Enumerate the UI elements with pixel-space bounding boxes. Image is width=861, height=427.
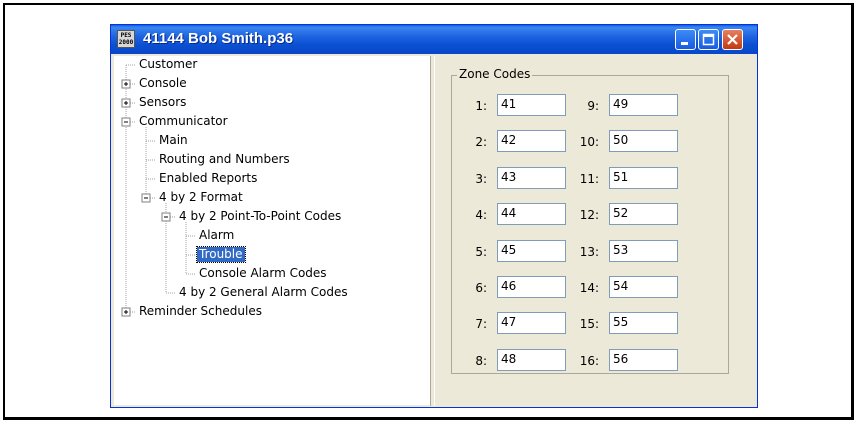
zone-label: 13:: [579, 244, 599, 259]
zone-label: 9:: [587, 99, 599, 113]
zone-label: 10:: [579, 135, 599, 150]
tree-item-console[interactable]: Console: [137, 76, 189, 91]
zone-label: 11:: [579, 171, 599, 186]
zone-label: 4:: [475, 208, 487, 223]
zone-label: 3:: [475, 171, 487, 186]
collapse-icon[interactable]: [121, 117, 131, 127]
tree-item-console-alarm-codes[interactable]: Console Alarm Codes: [197, 266, 329, 281]
tree-item-sensors[interactable]: Sensors: [137, 95, 188, 110]
tree-item-customer[interactable]: Customer: [137, 57, 199, 72]
zone-code-input[interactable]: 50: [609, 130, 678, 153]
zone-code-input[interactable]: 48: [497, 348, 566, 371]
tree-item-4-by-2-format[interactable]: 4 by 2 Format: [157, 190, 245, 205]
zone-label: 2:: [475, 135, 487, 150]
zone-code-input[interactable]: 53: [609, 239, 678, 262]
tree-item-enabled-reports[interactable]: Enabled Reports: [157, 171, 259, 186]
zone-label: 15:: [579, 317, 599, 332]
zone-codes-title: Zone Codes: [457, 67, 533, 81]
zone-label: 14:: [579, 281, 599, 295]
zone-code-input[interactable]: 55: [609, 312, 678, 335]
zone-label: 7:: [475, 317, 487, 332]
title-bar[interactable]: PES 2000 41144 Bob Smith.p36: [111, 25, 757, 54]
zone-label: 12:: [579, 208, 599, 223]
tree-item-routing-and-numbers[interactable]: Routing and Numbers: [157, 152, 292, 167]
zone-code-input[interactable]: 45: [497, 239, 566, 262]
tree-item-reminder-schedules[interactable]: Reminder Schedules: [137, 304, 264, 319]
window-title: 41144 Bob Smith.p36: [143, 30, 294, 47]
collapse-icon[interactable]: [141, 193, 151, 203]
zone-label: 6:: [475, 281, 487, 295]
navigation-tree[interactable]: Customer Console Sensors Communicator Main Ro…: [114, 56, 430, 405]
tree-item-trouble[interactable]: Trouble: [196, 246, 246, 263]
tree-item-communicator[interactable]: Communicator: [137, 114, 230, 129]
zone-codes-panel: Zone Codes 1: 41 2: 42 3: 43 4: 44 5: 45 6: 46 7: 47 8…: [434, 56, 756, 406]
tree-item-alarm[interactable]: Alarm: [197, 228, 236, 243]
close-icon: [727, 34, 738, 45]
collapse-icon[interactable]: [161, 212, 171, 222]
zone-code-input[interactable]: 41: [497, 94, 566, 116]
zone-code-input[interactable]: 56: [609, 348, 678, 371]
zone-label: 16:: [579, 353, 599, 368]
expand-icon[interactable]: [121, 307, 131, 317]
zone-code-input[interactable]: 52: [609, 203, 678, 226]
zone-code-input[interactable]: 47: [497, 312, 566, 335]
zone-code-input[interactable]: 54: [609, 276, 678, 298]
minimize-button[interactable]: [675, 29, 696, 50]
app-window: PES 2000 41144 Bob Smith.p36 Customer Con…: [110, 24, 758, 408]
zone-label: 1:: [475, 99, 487, 113]
zone-code-input[interactable]: 49: [609, 94, 678, 116]
maximize-icon: [702, 33, 715, 46]
expand-icon[interactable]: [121, 79, 131, 89]
close-button[interactable]: [722, 29, 743, 50]
app-icon: PES 2000: [117, 30, 135, 48]
zone-code-input[interactable]: 42: [497, 130, 566, 153]
tree-item-4-by-2-point-to-point-codes[interactable]: 4 by 2 Point-To-Point Codes: [177, 209, 343, 224]
zone-label: 5:: [475, 244, 487, 259]
zone-code-input[interactable]: 46: [497, 276, 566, 298]
tree-item-main[interactable]: Main: [157, 133, 190, 148]
zone-code-input[interactable]: 43: [497, 166, 566, 189]
maximize-button[interactable]: [698, 29, 719, 50]
zone-label: 8:: [475, 353, 487, 368]
tree-item-4-by-2-general-alarm-codes[interactable]: 4 by 2 General Alarm Codes: [177, 285, 350, 300]
minimize-icon: [681, 42, 688, 45]
zone-code-input[interactable]: 51: [609, 166, 678, 189]
expand-icon[interactable]: [121, 98, 131, 108]
zone-code-input[interactable]: 44: [497, 203, 566, 226]
